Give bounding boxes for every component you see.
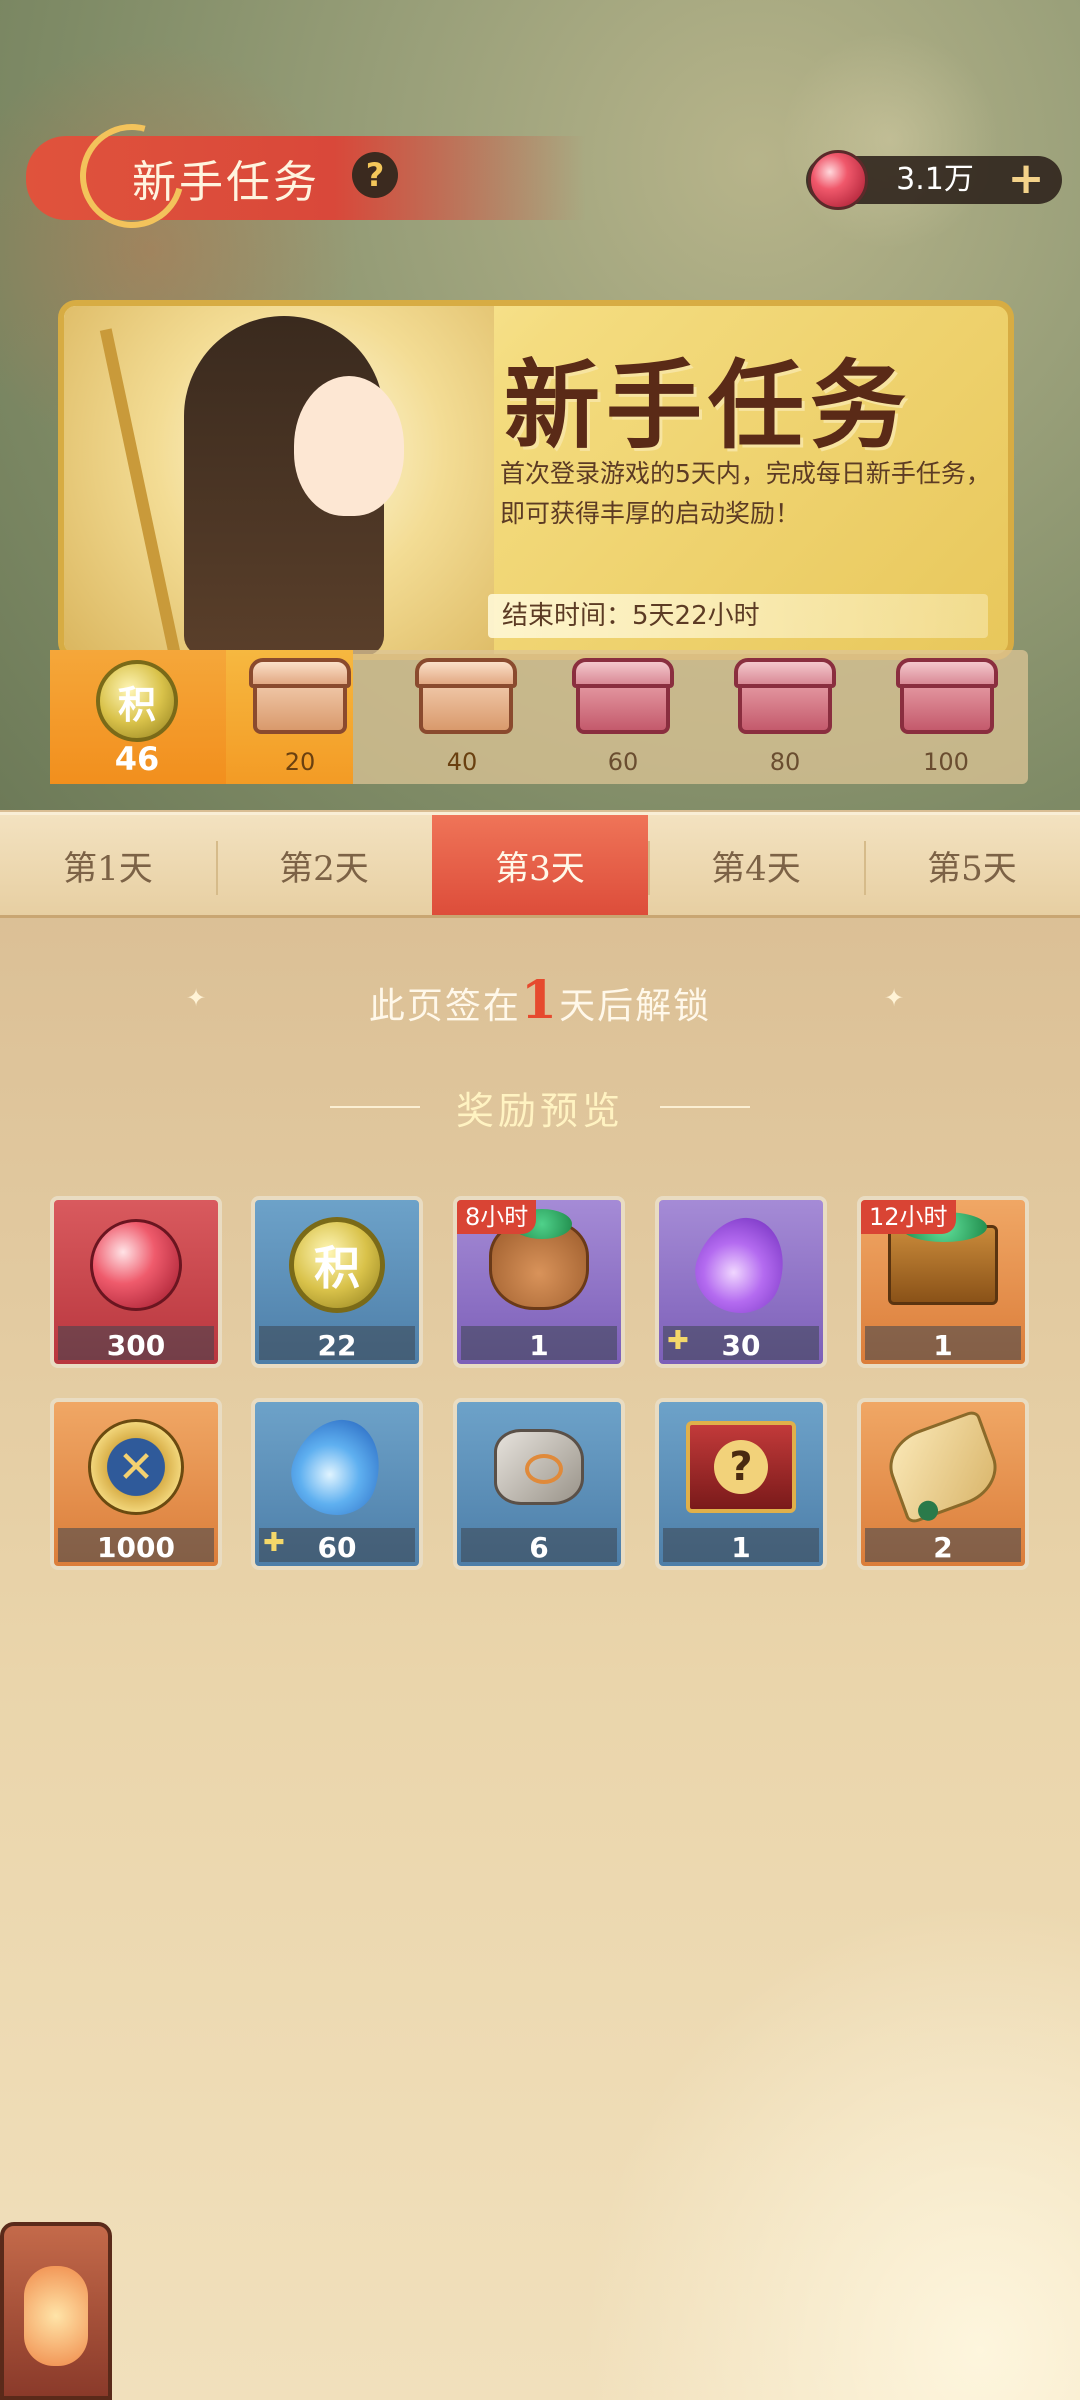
milestone-chest-60[interactable] <box>568 652 678 742</box>
lantern-glow <box>24 2266 88 2366</box>
glyph-area: 积 <box>255 1200 419 1330</box>
milestone-label: 80 <box>769 748 801 776</box>
reward-item[interactable]: ✚ 60 <box>251 1398 423 1570</box>
reward-count: 60 <box>317 1531 357 1564</box>
unlock-days: 1 <box>520 970 560 1031</box>
glyph-area <box>54 1200 218 1330</box>
red-orb-icon <box>90 1219 182 1311</box>
rewards-title: 奖励预览 <box>455 1089 624 1133</box>
limited-time-badge: 12小时 <box>861 1200 956 1234</box>
add-currency-button[interactable]: + <box>1000 156 1052 204</box>
glyph-area: ? <box>659 1402 823 1532</box>
reward-count: 30 <box>721 1329 761 1362</box>
milestone-chest-100[interactable] <box>892 652 1002 742</box>
reward-item[interactable]: 积 22 <box>251 1196 423 1368</box>
help-icon[interactable]: ? <box>352 152 398 198</box>
mystery-box-icon: ? <box>686 1421 796 1513</box>
enhancement-stone-icon <box>494 1429 584 1505</box>
blue-flame-icon <box>280 1407 394 1527</box>
reward-count: 22 <box>317 1329 357 1362</box>
glyph-area <box>255 1402 419 1532</box>
reward-count: 300 <box>106 1329 166 1362</box>
milestone-label: 40 <box>446 748 478 776</box>
milestone-chest-80[interactable] <box>730 652 840 742</box>
milestone-chest-20[interactable] <box>245 652 355 742</box>
question-mark-icon: ? <box>714 1440 768 1494</box>
reward-item[interactable]: 2 <box>857 1398 1029 1570</box>
event-banner: 新手任务 首次登录游戏的5天内，完成每日新手任务，即可获得丰厚的启动奖励！ 结束… <box>58 300 1014 660</box>
purple-flame-icon <box>684 1205 798 1325</box>
reward-item[interactable]: 8小时 1 <box>453 1196 625 1368</box>
reward-item[interactable]: ✕ 1000 <box>50 1398 222 1570</box>
event-end-time: 结束时间：5天22小时 <box>488 594 988 638</box>
reward-item[interactable]: ? 1 <box>655 1398 827 1570</box>
character-face <box>294 376 404 516</box>
day-tabs: 第1天 第2天 第3天 第4天 第5天 <box>0 812 1080 918</box>
tab-day-3[interactable]: 第3天 <box>432 815 648 915</box>
glyph-area <box>659 1200 823 1330</box>
current-points: 46 <box>114 740 160 778</box>
unlock-prefix: 此页签在 <box>368 986 521 1027</box>
unlock-suffix: 天后解锁 <box>559 986 712 1027</box>
reward-count: 1 <box>529 1329 549 1362</box>
scroll-icon <box>879 1408 1007 1526</box>
reward-count: 6 <box>529 1531 549 1564</box>
chest-lid <box>896 658 998 688</box>
reward-count: 1000 <box>97 1531 175 1564</box>
tab-day-1[interactable]: 第1天 <box>0 815 216 915</box>
tab-day-2[interactable]: 第2天 <box>216 815 432 915</box>
limited-time-badge: 8小时 <box>457 1200 537 1234</box>
tab-day-5[interactable]: 第5天 <box>864 815 1080 915</box>
page-title: 新手任务 <box>132 157 320 208</box>
reward-count: 1 <box>933 1329 953 1362</box>
lantern-icon[interactable] <box>0 2222 112 2400</box>
reed-decoration <box>580 1900 1080 2400</box>
chest-lid <box>572 658 674 688</box>
glyph-area <box>457 1402 621 1532</box>
currency-value: 3.1万 <box>896 162 974 197</box>
staff-ornament <box>99 328 181 654</box>
chest-lid <box>249 658 351 688</box>
chest-lid <box>734 658 836 688</box>
milestone-label: 20 <box>284 748 316 776</box>
glyph-area <box>861 1402 1025 1532</box>
points-coin-icon: 积 <box>289 1217 385 1313</box>
event-description: 首次登录游戏的5天内，完成每日新手任务，即可获得丰厚的启动奖励！ <box>500 459 991 528</box>
glyph-area: ✕ <box>54 1402 218 1532</box>
milestone-label: 60 <box>607 748 639 776</box>
chest-lid <box>415 658 517 688</box>
milestone-label: 100 <box>923 748 969 776</box>
reward-count: 2 <box>933 1531 953 1564</box>
milestone-chest-40[interactable] <box>411 652 521 742</box>
gold-medal-icon: ✕ <box>88 1419 184 1515</box>
points-coin-icon: 积 <box>96 660 178 742</box>
jade-treasure-chest-icon <box>888 1212 998 1305</box>
red-orb-icon <box>808 150 868 210</box>
reward-count: 1 <box>731 1531 751 1564</box>
event-title: 新手任务 <box>504 349 912 462</box>
tab-day-4[interactable]: 第4天 <box>648 815 864 915</box>
reward-item[interactable]: 12小时 1 <box>857 1196 1029 1368</box>
reward-item[interactable]: ✚ 30 <box>655 1196 827 1368</box>
reward-item[interactable]: 6 <box>453 1398 625 1570</box>
reward-item[interactable]: 300 <box>50 1196 222 1368</box>
unlock-notice: 此页签在1天后解锁 <box>0 970 1080 1031</box>
character-illustration <box>64 306 494 654</box>
